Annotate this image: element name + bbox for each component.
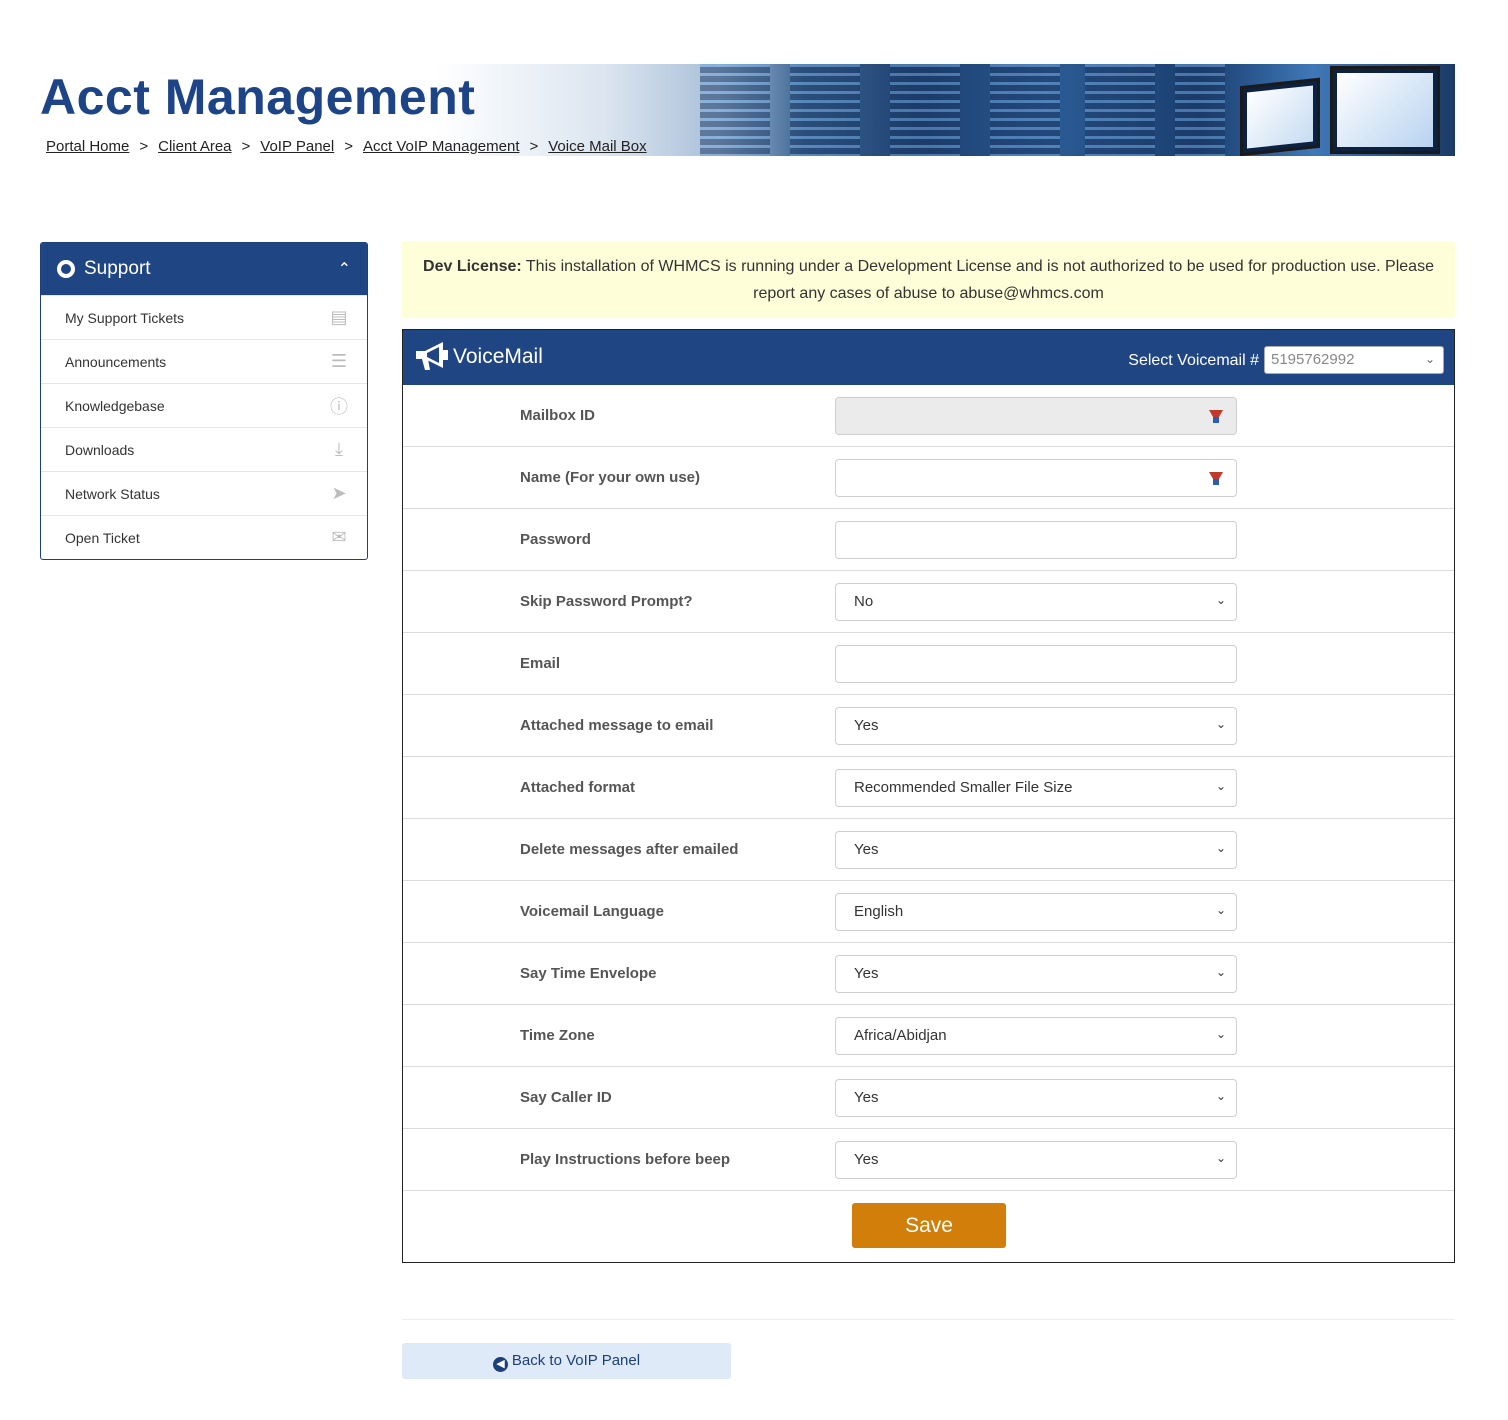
back-to-voip-panel-button[interactable]: ◀ Back to VoIP Panel — [402, 1343, 731, 1379]
support-sidebar: Support ⌃ My Support Tickets ▤ Announcem… — [40, 242, 368, 560]
chevron-down-icon: ⌄ — [1424, 352, 1435, 366]
password-manager-icon[interactable] — [1208, 408, 1224, 424]
chevron-down-icon: ⌄ — [1215, 1151, 1226, 1165]
form-row-time-zone: Time Zone Africa/Abidjan ⌄ — [403, 1005, 1454, 1067]
breadcrumb-client-area[interactable]: Client Area — [158, 138, 231, 155]
attached-message-select[interactable]: Yes ⌄ — [835, 707, 1237, 745]
list-icon: ☰ — [330, 351, 348, 371]
breadcrumb-portal-home[interactable]: Portal Home — [46, 138, 129, 155]
select-voicemail-label: Select Voicemail # — [1128, 352, 1259, 369]
attached-format-select[interactable]: Recommended Smaller File Size ⌄ — [835, 769, 1237, 807]
form-row-password: Password — [403, 509, 1454, 571]
form-row-say-caller-id: Say Caller ID Yes ⌄ — [403, 1067, 1454, 1129]
sidebar-item-knowledgebase[interactable]: Knowledgebase ⓘ — [41, 383, 367, 427]
skip-password-prompt-select[interactable]: No ⌄ — [835, 583, 1237, 621]
sidebar-item-network-status[interactable]: Network Status ➤ — [41, 471, 367, 515]
form-row-attached-message: Attached message to email Yes ⌄ — [403, 695, 1454, 757]
chevron-down-icon: ⌄ — [1215, 779, 1226, 793]
ticket-icon: ▤ — [330, 307, 348, 327]
chevron-up-icon[interactable]: ⌃ — [338, 259, 351, 279]
lifebuoy-icon — [57, 260, 75, 278]
name-field[interactable] — [835, 459, 1237, 497]
form-row-say-time-envelope: Say Time Envelope Yes ⌄ — [403, 943, 1454, 1005]
sidebar-item-open-ticket[interactable]: Open Ticket ✉ — [41, 515, 367, 559]
sidebar-item-downloads[interactable]: Downloads ⤓ — [41, 427, 367, 471]
license-label: Dev License: — [423, 258, 522, 275]
license-text: This installation of WHMCS is running un… — [525, 258, 1434, 302]
breadcrumb-voice-mail-box[interactable]: Voice Mail Box — [548, 138, 646, 155]
comments-icon: ✉ — [331, 527, 347, 547]
chevron-down-icon: ⌄ — [1215, 903, 1226, 917]
breadcrumb-acct-voip-management[interactable]: Acct VoIP Management — [363, 138, 519, 155]
chevron-down-icon: ⌄ — [1215, 841, 1226, 855]
page-header: Acct Management Portal Home > Client Area >… — [40, 64, 1455, 156]
mailbox-id-field — [835, 397, 1237, 435]
page-title: Acct Management — [40, 69, 476, 125]
save-row: Save — [403, 1191, 1454, 1259]
form-row-attached-format: Attached format Recommended Smaller File… — [403, 757, 1454, 819]
sidebar-item-announcements[interactable]: Announcements ☰ — [41, 339, 367, 383]
voicemail-language-select[interactable]: English ⌄ — [835, 893, 1237, 931]
form-row-delete-messages: Delete messages after emailed Yes ⌄ — [403, 819, 1454, 881]
password-field[interactable] — [835, 521, 1237, 559]
save-button[interactable]: Save — [852, 1203, 1006, 1248]
megaphone-icon — [416, 342, 448, 370]
play-instructions-select[interactable]: Yes ⌄ — [835, 1141, 1237, 1179]
password-manager-icon[interactable] — [1208, 470, 1224, 486]
rocket-icon: ➤ — [331, 483, 347, 503]
chevron-down-icon: ⌄ — [1215, 717, 1226, 731]
form-row-skip-password-prompt: Skip Password Prompt? No ⌄ — [403, 571, 1454, 633]
sidebar-header[interactable]: Support ⌃ — [41, 243, 367, 295]
chevron-down-icon: ⌄ — [1215, 1027, 1226, 1041]
time-zone-select[interactable]: Africa/Abidjan ⌄ — [835, 1017, 1237, 1055]
voicemail-title: VoiceMail — [453, 345, 543, 368]
chevron-down-icon: ⌄ — [1215, 965, 1226, 979]
download-icon: ⤓ — [335, 439, 343, 459]
form-row-name: Name (For your own use) — [403, 447, 1454, 509]
voicemail-panel: VoiceMail Select Voicemail # 5195762992 … — [402, 329, 1455, 1263]
sidebar-title: Support — [84, 258, 151, 279]
form-row-email: Email — [403, 633, 1454, 695]
form-row-mailbox-id: Mailbox ID — [403, 385, 1454, 447]
form-row-voicemail-language: Voicemail Language English ⌄ — [403, 881, 1454, 943]
breadcrumb-voip-panel[interactable]: VoIP Panel — [260, 138, 334, 155]
info-icon: ⓘ — [330, 396, 348, 417]
divider — [402, 1319, 1455, 1320]
chevron-down-icon: ⌄ — [1215, 593, 1226, 607]
sidebar-item-my-support-tickets[interactable]: My Support Tickets ▤ — [41, 295, 367, 339]
delete-messages-select[interactable]: Yes ⌄ — [835, 831, 1237, 869]
chevron-down-icon: ⌄ — [1215, 1089, 1226, 1103]
form-row-play-instructions: Play Instructions before beep Yes ⌄ — [403, 1129, 1454, 1191]
say-caller-id-select[interactable]: Yes ⌄ — [835, 1079, 1237, 1117]
say-time-envelope-select[interactable]: Yes ⌄ — [835, 955, 1237, 993]
voicemail-panel-header: VoiceMail Select Voicemail # 5195762992 … — [403, 330, 1454, 385]
arrow-left-circle-icon: ◀ — [492, 1357, 508, 1372]
email-field[interactable] — [835, 645, 1237, 683]
breadcrumb: Portal Home > Client Area > VoIP Panel > Acct … — [46, 138, 647, 155]
dev-license-notice: Dev License: This installation of WHMCS … — [402, 241, 1455, 318]
select-voicemail-dropdown[interactable]: 5195762992 ⌄ — [1264, 346, 1444, 374]
